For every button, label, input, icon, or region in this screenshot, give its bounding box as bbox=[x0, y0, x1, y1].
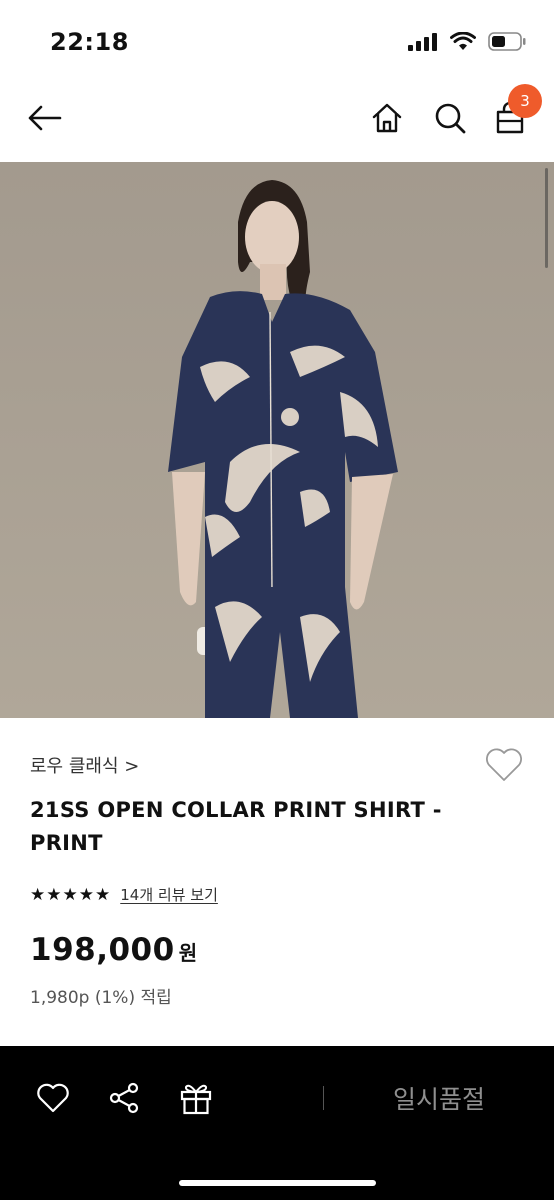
battery-icon bbox=[488, 32, 526, 51]
star-icon: ★ bbox=[46, 884, 62, 905]
back-button[interactable] bbox=[22, 96, 66, 140]
bottom-bar-divider bbox=[323, 1086, 324, 1110]
home-indicator[interactable] bbox=[179, 1180, 376, 1186]
signal-icon bbox=[408, 32, 437, 51]
status-bar: 22:18 bbox=[0, 0, 554, 86]
star-icon: ★ bbox=[30, 884, 46, 905]
price-row: 198,000 원 bbox=[30, 932, 197, 968]
bottom-action-bar: 일시품절 bbox=[0, 1046, 554, 1200]
product-price: 198,000 bbox=[30, 932, 175, 968]
back-arrow-icon bbox=[28, 105, 62, 131]
wifi-icon bbox=[450, 32, 476, 50]
product-title: 21SS OPEN COLLAR PRINT SHIRT - PRINT bbox=[30, 798, 442, 855]
star-icon: ★ bbox=[95, 884, 111, 905]
brand-link[interactable]: 로우 클래식 > bbox=[30, 752, 139, 778]
navigation-bar bbox=[0, 86, 554, 162]
gift-button[interactable] bbox=[174, 1076, 218, 1120]
cart-count-badge: 3 bbox=[508, 84, 542, 118]
wishlist-button[interactable] bbox=[484, 746, 524, 784]
soldout-button[interactable]: 일시품절 bbox=[346, 1076, 532, 1120]
search-icon bbox=[435, 103, 466, 134]
product-photo bbox=[0, 162, 554, 718]
heart-icon bbox=[486, 748, 522, 781]
star-icon: ★ bbox=[62, 884, 78, 905]
home-button[interactable] bbox=[365, 96, 409, 140]
status-icons bbox=[408, 32, 526, 51]
reviews-link[interactable]: 14개 리뷰 보기 bbox=[120, 884, 218, 905]
reward-points: 1,980p (1%) 적립 bbox=[30, 988, 172, 1008]
share-icon bbox=[109, 1082, 139, 1114]
scroll-indicator[interactable] bbox=[545, 168, 548, 268]
wishlist-bottom-button[interactable] bbox=[31, 1076, 75, 1120]
status-time: 22:18 bbox=[50, 28, 129, 56]
price-currency: 원 bbox=[178, 941, 198, 965]
heart-icon bbox=[37, 1083, 69, 1113]
home-icon bbox=[372, 103, 402, 133]
product-image[interactable] bbox=[0, 162, 554, 718]
share-button[interactable] bbox=[102, 1076, 146, 1120]
rating-stars: ★ ★ ★ ★ ★ bbox=[30, 885, 110, 905]
star-icon: ★ bbox=[78, 884, 94, 905]
rating-row: ★ ★ ★ ★ ★ 14개 리뷰 보기 bbox=[30, 884, 218, 905]
gift-icon bbox=[180, 1084, 212, 1115]
search-button[interactable] bbox=[428, 96, 472, 140]
